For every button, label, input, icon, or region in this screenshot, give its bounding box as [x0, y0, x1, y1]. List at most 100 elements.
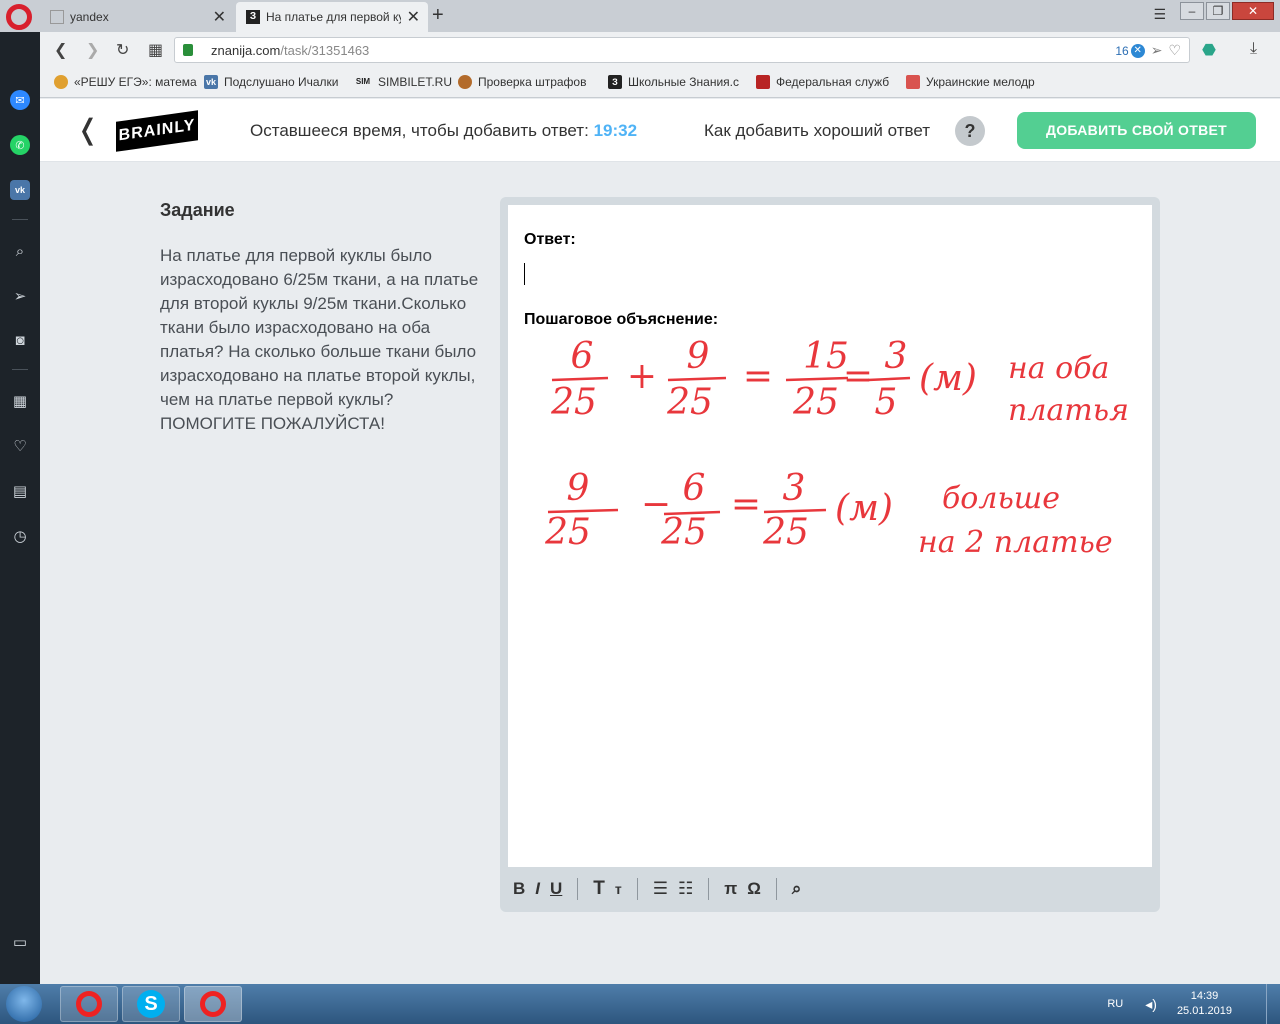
ordered-list-icon[interactable]: ☰: [653, 879, 668, 899]
new-tab-plus-icon[interactable]: +: [432, 4, 444, 27]
howto-link[interactable]: Как добавить хороший ответ: [704, 121, 930, 141]
close-window-icon[interactable]: ✕: [1232, 2, 1274, 20]
minimize-icon[interactable]: –: [1180, 2, 1204, 20]
url-input[interactable]: znanija.com/task/31351463 16 ✕ ➢ ♡: [174, 37, 1190, 63]
volume-icon[interactable]: ◂): [1145, 996, 1157, 1013]
bold-icon[interactable]: B: [513, 879, 525, 899]
sim-icon: SIM: [355, 77, 371, 86]
maximize-icon[interactable]: ❐: [1206, 2, 1230, 20]
system-tray: RU ◂) 14:39 25.01.2019: [1107, 984, 1280, 1024]
bookmarks-bar: «РЕШУ ЕГЭ»: матема vk Подслушано Ичалки S…: [40, 68, 1280, 98]
bookmark-item[interactable]: «РЕШУ ЕГЭ»: матема: [54, 75, 197, 89]
bookmark-item[interactable]: SIM SIMBILET.RU: [354, 75, 452, 89]
close-icon[interactable]: ✕: [213, 7, 226, 27]
bookmark-item[interactable]: З Школьные Знания.с: [608, 75, 739, 89]
history-clock-icon[interactable]: ◷: [10, 526, 30, 546]
symbol-omega-icon[interactable]: Ω: [747, 879, 761, 899]
underline-icon[interactable]: U: [550, 879, 562, 899]
add-answer-button[interactable]: ДОБАВИТЬ СВОЙ ОТВЕТ: [1017, 112, 1256, 149]
hw-text: 25: [666, 382, 713, 423]
attachment-icon[interactable]: ⌕: [792, 879, 802, 899]
tab-title: На платье для первой кук: [266, 10, 401, 24]
znanija-icon: З: [246, 10, 260, 24]
vpn-icon[interactable]: ⬣: [1202, 40, 1216, 60]
bookmark-item[interactable]: vk Подслушано Ичалки: [204, 75, 338, 89]
language-indicator[interactable]: RU: [1107, 998, 1123, 1010]
opera-icon: [200, 991, 226, 1017]
tab-title: yandex: [70, 10, 109, 24]
italic-icon[interactable]: I: [535, 879, 540, 899]
download-icon[interactable]: ⤓: [1250, 40, 1257, 58]
brainly-logo[interactable]: BRAINLY: [116, 110, 198, 152]
news-icon[interactable]: ▤: [10, 481, 30, 501]
address-bar: ❮ ❯ ↻ ▦ znanija.com/task/31351463 16 ✕ ➢…: [40, 32, 1280, 68]
taskbar-opera-app[interactable]: [60, 986, 118, 1022]
speed-dial-icon[interactable]: ▦: [10, 391, 30, 411]
hw-text: 9: [567, 468, 590, 509]
hw-text: платья: [1008, 393, 1129, 428]
help-icon[interactable]: ?: [955, 116, 985, 146]
vk-icon[interactable]: vk: [10, 180, 30, 200]
camera-icon[interactable]: ◙: [10, 330, 30, 350]
heading-small-icon[interactable]: т: [615, 881, 622, 897]
window-controls: – ❐ ✕: [1178, 2, 1274, 20]
separator: [12, 219, 28, 220]
sidebar-toggle-icon[interactable]: ▭: [10, 932, 30, 952]
taskbar-skype-app[interactable]: S: [122, 986, 180, 1022]
heart-icon[interactable]: ♡: [1168, 42, 1181, 59]
emblem-icon: [458, 75, 472, 89]
bookmark-item[interactable]: Украинские мелодр: [906, 75, 1035, 89]
hw-text: 25: [550, 382, 597, 423]
send-icon[interactable]: ➢: [10, 286, 30, 306]
page-icon: [50, 10, 64, 24]
reshu-icon: [54, 75, 68, 89]
search-icon[interactable]: ⌕: [10, 241, 30, 261]
send-arrow-icon[interactable]: ➢: [1151, 42, 1163, 59]
hw-text: 25: [660, 512, 707, 553]
whatsapp-icon[interactable]: ✆: [10, 135, 30, 155]
back-chevron-icon[interactable]: ❬: [76, 113, 99, 146]
start-button[interactable]: [6, 986, 42, 1022]
separator: [708, 878, 710, 900]
taskbar-opera-active[interactable]: [184, 986, 242, 1022]
answer-editor: Ответ: Пошаговое объяснение: 6 25 + 9 25…: [500, 197, 1160, 912]
hw-text: на оба: [1008, 351, 1109, 386]
back-icon[interactable]: ❮: [54, 40, 67, 60]
adblock-icon[interactable]: ✕: [1130, 43, 1145, 58]
brainly-header: ❬ BRAINLY Оставшееся время, чтобы добави…: [40, 99, 1280, 162]
task-text: На платье для первой куклы было израсход…: [160, 246, 479, 433]
tabs-grid-icon[interactable]: ▦: [148, 40, 163, 60]
tab-bar: yandex ✕ З На платье для первой кук ✕ + …: [0, 0, 1280, 32]
heart-icon[interactable]: ♡: [10, 436, 30, 456]
tab-active-task[interactable]: З На платье для первой кук ✕: [236, 2, 428, 32]
hw-text: на 2 платье: [918, 525, 1113, 560]
url-actions: 16 ✕ ➢ ♡: [1115, 42, 1181, 59]
editor-area[interactable]: Ответ: Пошаговое объяснение: 6 25 + 9 25…: [508, 205, 1152, 867]
opera-sidebar: ✉ ✆ vk ⌕ ➢ ◙ ▦ ♡ ▤ ◷ ▭: [0, 32, 40, 984]
separator: [636, 878, 638, 900]
tab-yandex[interactable]: yandex ✕: [40, 2, 234, 32]
handwritten-solution-image: 6 25 + 9 25 = 15 25 = 3 5 (м) на оба пла…: [544, 336, 1129, 560]
hw-text: (м): [919, 358, 977, 399]
fed-icon: [756, 75, 770, 89]
hw-text: 3: [783, 468, 806, 509]
hw-text: 25: [544, 512, 591, 553]
heading-large-icon[interactable]: T: [593, 878, 605, 900]
hw-text: больше: [942, 481, 1060, 516]
forward-icon[interactable]: ❯: [86, 40, 99, 60]
show-desktop-button[interactable]: [1266, 984, 1280, 1024]
text-caret: [524, 263, 525, 285]
opera-logo-icon[interactable]: [6, 4, 32, 30]
bullet-list-icon[interactable]: ☷: [678, 879, 693, 899]
bookmark-item[interactable]: Проверка штрафов: [458, 75, 586, 89]
hw-text: 25: [762, 512, 809, 553]
bookmark-item[interactable]: Федеральная служб: [756, 75, 889, 89]
messenger-icon[interactable]: ✉: [10, 90, 30, 110]
close-icon[interactable]: ✕: [407, 7, 420, 27]
clock[interactable]: 14:39 25.01.2019: [1177, 989, 1232, 1019]
math-pi-icon[interactable]: π: [724, 879, 737, 899]
editor-toolbar: B I U T т ☰ ☷ π Ω ⌕: [508, 871, 1152, 907]
reload-icon[interactable]: ↻: [116, 40, 129, 60]
separator: [775, 878, 777, 900]
tab-menu-icon[interactable]: ☰: [1153, 6, 1166, 23]
